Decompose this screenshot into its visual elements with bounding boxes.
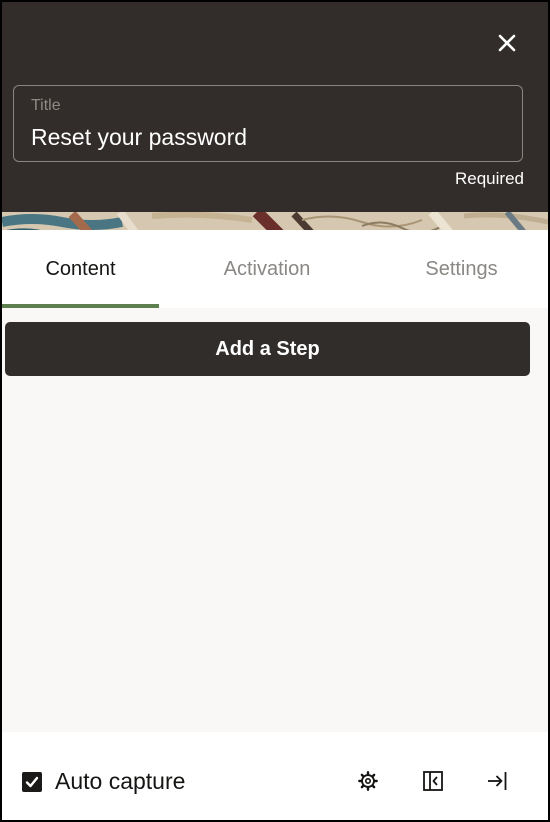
auto-capture-checkbox[interactable]: [22, 771, 42, 792]
collapse-panel-icon: [423, 771, 443, 791]
title-field-label: Title: [31, 97, 61, 114]
add-step-button[interactable]: Add a Step: [5, 322, 530, 376]
exit-icon: [488, 772, 507, 790]
auto-capture-label: Auto capture: [55, 768, 186, 794]
gear-icon: [358, 771, 378, 791]
tab-settings-label: Settings: [425, 257, 498, 280]
tab-settings[interactable]: Settings: [375, 230, 548, 308]
footer: Auto capture: [2, 732, 548, 820]
title-field[interactable]: Title: [13, 85, 523, 162]
tab-bar: Content Activation Settings: [2, 230, 548, 308]
collapse-panel-button[interactable]: [420, 768, 446, 794]
close-icon: [498, 34, 516, 52]
guide-editor-panel: Title Required Content: [0, 0, 550, 822]
tab-content[interactable]: Content: [2, 230, 159, 308]
active-tab-indicator: [2, 304, 159, 308]
tab-content-label: Content: [45, 257, 116, 280]
tab-activation[interactable]: Activation: [159, 230, 375, 308]
settings-button[interactable]: [355, 768, 381, 794]
tab-activation-label: Activation: [223, 257, 311, 280]
close-button[interactable]: [490, 26, 524, 60]
auto-capture-toggle[interactable]: Auto capture: [22, 768, 185, 795]
title-input[interactable]: [31, 124, 501, 151]
required-indicator: Required: [455, 169, 524, 188]
check-icon: [25, 776, 39, 787]
exit-button[interactable]: [484, 768, 510, 794]
header: Title Required: [2, 2, 548, 242]
